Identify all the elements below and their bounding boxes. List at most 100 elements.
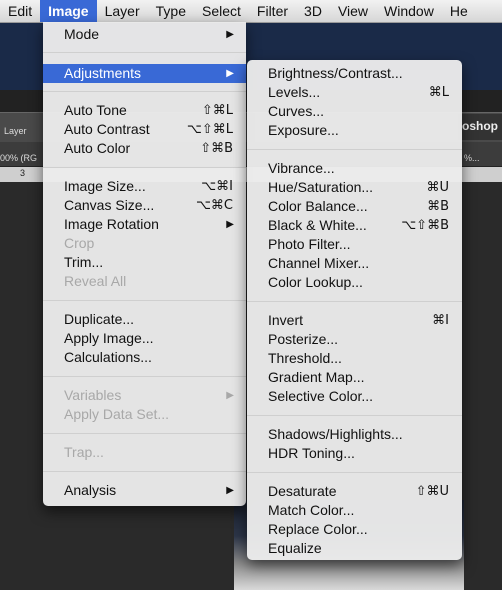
submenu-arrow-icon: ▶ bbox=[226, 68, 234, 79]
menu-item-curves[interactable]: Curves... bbox=[247, 102, 462, 121]
menu-item-label: Brightness/Contrast... bbox=[268, 65, 403, 81]
menu-item-auto-tone[interactable]: Auto Tone ⇧⌘L bbox=[43, 101, 246, 120]
menu-item-label: Match Color... bbox=[268, 502, 355, 518]
menu-help[interactable]: He bbox=[442, 0, 476, 22]
shortcut-label: ⇧⌘L bbox=[201, 103, 233, 118]
menu-item-label: Reveal All bbox=[64, 273, 127, 289]
shortcut-label: ⌘L bbox=[428, 85, 449, 100]
menu-item-label: HDR Toning... bbox=[268, 445, 355, 461]
menu-layer[interactable]: Layer bbox=[97, 0, 148, 22]
menu-item-label: Shadows/Highlights... bbox=[268, 426, 403, 442]
menu-item-mode[interactable]: Mode ▶ bbox=[43, 25, 246, 44]
layer-tab-label[interactable]: Layer bbox=[4, 126, 27, 136]
menu-item-canvas-size[interactable]: Canvas Size... ⌥⌘C bbox=[43, 196, 246, 215]
menu-separator bbox=[43, 471, 246, 472]
menu-separator bbox=[43, 433, 246, 434]
submenu-arrow-icon: ▶ bbox=[226, 29, 234, 40]
menu-item-auto-contrast[interactable]: Auto Contrast ⌥⇧⌘L bbox=[43, 120, 246, 139]
menu-item-label: Invert bbox=[268, 312, 304, 328]
menu-item-image-rotation[interactable]: Image Rotation ▶ bbox=[43, 215, 246, 234]
menu-item-label: Trim... bbox=[64, 254, 104, 270]
menu-item-apply-image[interactable]: Apply Image... bbox=[43, 329, 246, 348]
menu-item-label: Gradient Map... bbox=[268, 369, 365, 385]
menu-separator bbox=[247, 415, 462, 416]
menu-item-match-color[interactable]: Match Color... bbox=[247, 501, 462, 520]
shortcut-label: ⇧⌘B bbox=[200, 141, 233, 156]
menu-item-label: Color Balance... bbox=[268, 198, 368, 214]
image-menu: Mode ▶ Adjustments ▶ Auto Tone ⇧⌘L Auto … bbox=[43, 22, 246, 506]
menu-item-label: Auto Tone bbox=[64, 102, 127, 118]
menu-item-label: Curves... bbox=[268, 103, 325, 119]
menu-item-reveal-all: Reveal All bbox=[43, 272, 246, 291]
menu-item-label: Selective Color... bbox=[268, 388, 374, 404]
menu-item-replace-color[interactable]: Replace Color... bbox=[247, 520, 462, 539]
menu-item-label: Image Size... bbox=[64, 178, 146, 194]
shortcut-label: ⌥⌘I bbox=[201, 179, 233, 194]
shortcut-label: ⌥⌘C bbox=[195, 198, 233, 213]
shortcut-label: ⌥⇧⌘L bbox=[186, 122, 233, 137]
menu-item-label: Posterize... bbox=[268, 331, 339, 347]
menu-filter[interactable]: Filter bbox=[249, 0, 296, 22]
menu-item-invert[interactable]: Invert ⌘I bbox=[247, 311, 462, 330]
menu-window[interactable]: Window bbox=[376, 0, 442, 22]
menu-item-channel-mixer[interactable]: Channel Mixer... bbox=[247, 254, 462, 273]
menu-separator bbox=[43, 52, 246, 53]
submenu-arrow-icon: ▶ bbox=[226, 219, 234, 230]
shortcut-label: ⌘U bbox=[426, 180, 449, 195]
menu-item-hue-saturation[interactable]: Hue/Saturation... ⌘U bbox=[247, 178, 462, 197]
menu-item-label: Color Lookup... bbox=[268, 274, 363, 290]
menu-item-vibrance[interactable]: Vibrance... bbox=[247, 159, 462, 178]
menu-item-label: Channel Mixer... bbox=[268, 255, 370, 271]
menu-item-levels[interactable]: Levels... ⌘L bbox=[247, 83, 462, 102]
adjustments-submenu: Brightness/Contrast... Levels... ⌘L Curv… bbox=[247, 60, 462, 560]
menu-item-exposure[interactable]: Exposure... bbox=[247, 121, 462, 140]
menu-item-label: Analysis bbox=[64, 482, 117, 498]
menu-type[interactable]: Type bbox=[148, 0, 194, 22]
menu-separator bbox=[247, 301, 462, 302]
shortcut-label: ⇧⌘U bbox=[415, 484, 449, 499]
menu-item-variables: Variables ▶ bbox=[43, 386, 246, 405]
menu-item-analysis[interactable]: Analysis ▶ bbox=[43, 481, 246, 500]
shortcut-label: ⌘B bbox=[427, 199, 449, 214]
ruler-number: 3 bbox=[20, 168, 26, 178]
menu-item-color-balance[interactable]: Color Balance... ⌘B bbox=[247, 197, 462, 216]
menu-item-auto-color[interactable]: Auto Color ⇧⌘B bbox=[43, 139, 246, 158]
menu-3d[interactable]: 3D bbox=[296, 0, 330, 22]
menu-item-label: Exposure... bbox=[268, 122, 339, 138]
menu-item-label: Auto Color bbox=[64, 140, 131, 156]
menu-item-trim[interactable]: Trim... bbox=[43, 253, 246, 272]
menu-item-hdr-toning[interactable]: HDR Toning... bbox=[247, 444, 462, 463]
menu-item-shadows-highlights[interactable]: Shadows/Highlights... bbox=[247, 425, 462, 444]
menu-item-label: Duplicate... bbox=[64, 311, 135, 327]
menu-item-label: Hue/Saturation... bbox=[268, 179, 374, 195]
menu-separator bbox=[43, 376, 246, 377]
menu-item-color-lookup[interactable]: Color Lookup... bbox=[247, 273, 462, 292]
menu-item-calculations[interactable]: Calculations... bbox=[43, 348, 246, 367]
menu-item-label: Levels... bbox=[268, 84, 321, 100]
menu-item-adjustments[interactable]: Adjustments ▶ bbox=[43, 64, 246, 83]
menu-item-label: Calculations... bbox=[64, 349, 152, 365]
menu-item-label: Photo Filter... bbox=[268, 236, 351, 252]
app-title-fragment: oshop bbox=[458, 114, 502, 140]
menu-item-label: Crop bbox=[64, 235, 95, 251]
menu-item-black-white[interactable]: Black & White... ⌥⇧⌘B bbox=[247, 216, 462, 235]
menu-item-crop: Crop bbox=[43, 234, 246, 253]
menu-item-desaturate[interactable]: Desaturate ⇧⌘U bbox=[247, 482, 462, 501]
menu-image[interactable]: Image bbox=[40, 0, 97, 22]
menu-item-photo-filter[interactable]: Photo Filter... bbox=[247, 235, 462, 254]
menu-item-image-size[interactable]: Image Size... ⌥⌘I bbox=[43, 177, 246, 196]
menu-item-label: Adjustments bbox=[64, 65, 142, 81]
menu-item-label: Vibrance... bbox=[268, 160, 335, 176]
menu-item-label: Apply Image... bbox=[64, 330, 154, 346]
menu-item-selective-color[interactable]: Selective Color... bbox=[247, 387, 462, 406]
menu-item-duplicate[interactable]: Duplicate... bbox=[43, 310, 246, 329]
menu-select[interactable]: Select bbox=[194, 0, 249, 22]
menu-separator bbox=[43, 300, 246, 301]
menu-view[interactable]: View bbox=[330, 0, 376, 22]
menu-item-posterize[interactable]: Posterize... bbox=[247, 330, 462, 349]
menu-edit[interactable]: Edit bbox=[0, 0, 40, 22]
menu-item-brightness-contrast[interactable]: Brightness/Contrast... bbox=[247, 64, 462, 83]
menu-item-threshold[interactable]: Threshold... bbox=[247, 349, 462, 368]
menu-item-gradient-map[interactable]: Gradient Map... bbox=[247, 368, 462, 387]
menu-item-equalize[interactable]: Equalize bbox=[247, 539, 462, 558]
